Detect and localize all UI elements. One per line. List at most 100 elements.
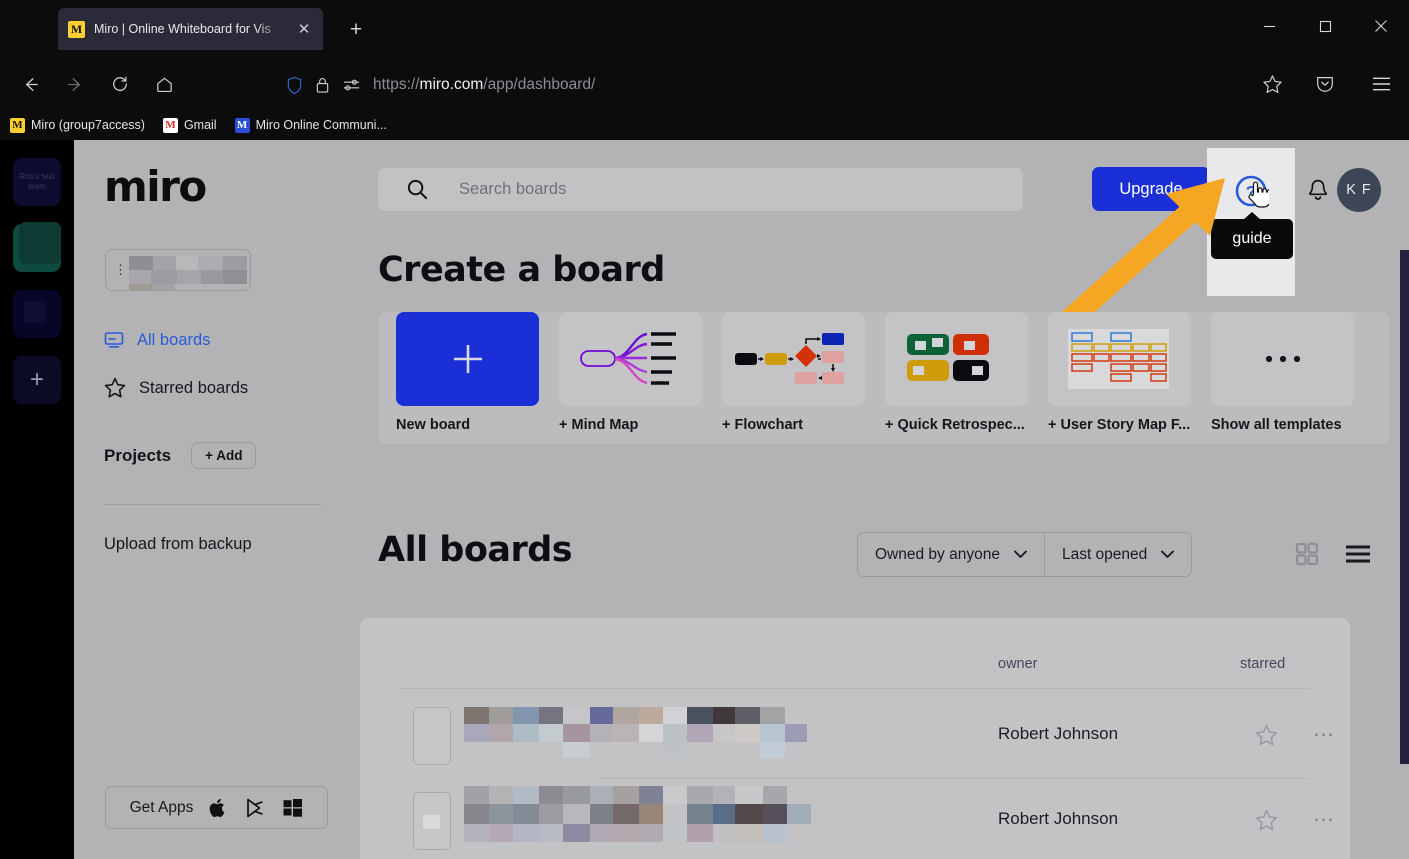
template-card-user-story-map[interactable]: + User Story Map F... [1048,312,1191,433]
board-thumbnail [413,792,451,850]
board-title-blurred [464,699,894,775]
userstorymap-icon [1068,329,1169,389]
get-apps-label: Get Apps [129,798,194,816]
pocket-icon[interactable] [1297,66,1353,102]
tab-strip: M Miro | Online Whiteboard for Vis ✕ + [0,0,1409,58]
home-icon[interactable] [146,66,182,102]
url-host: miro.com [419,76,484,93]
chevron-down-icon [1014,550,1027,558]
gmail-favicon-icon: M [162,117,178,133]
template-label: Show all templates [1211,417,1342,433]
create-board-title: Create a board [378,250,665,290]
back-icon[interactable] [12,66,48,102]
rail-team-tile[interactable] [13,290,61,338]
grid-view-toggle[interactable] [1289,536,1325,572]
template-card-flowchart[interactable]: + Flowchart [722,312,865,433]
template-card-quick-retrospective[interactable]: + Quick Retrospec... [885,312,1028,433]
team-rail: Rob's test team + [0,140,74,859]
apple-icon[interactable] [209,797,228,819]
upgrade-button[interactable]: Upgrade [1092,167,1210,211]
screen: M Miro | Online Whiteboard for Vis ✕ + h… [0,0,1409,859]
flowchart-icon [735,333,844,384]
windows-icon[interactable] [282,797,303,818]
sidebar-item-starred-boards[interactable]: Starred boards [104,377,248,399]
guide-tooltip: guide [1211,219,1293,259]
list-view-toggle[interactable] [1340,536,1376,572]
user-avatar[interactable]: K F [1337,168,1381,212]
template-label: + Flowchart [722,417,803,433]
new-board-thumbnail [396,312,539,406]
sidebar-divider [104,504,321,505]
add-project-button[interactable]: + Add [191,442,257,469]
filter-sort-by[interactable]: Last opened [1043,533,1191,576]
reload-icon[interactable] [102,66,138,102]
star-board-button[interactable] [1255,809,1278,837]
bookmark-label: Gmail [183,118,217,132]
navigation-bar: https://miro.com/app/dashboard/ [0,58,1409,110]
search-icon [407,179,428,200]
upload-from-backup-link[interactable]: Upload from backup [104,535,252,554]
get-apps-button[interactable]: Get Apps [105,786,328,829]
url-bar[interactable]: https://miro.com/app/dashboard/ [286,70,595,100]
add-team-button[interactable]: + [13,356,61,404]
template-label: + Quick Retrospec... [885,417,1025,433]
sidebar-item-all-boards[interactable]: All boards [104,330,210,350]
mindmap-icon [580,332,676,385]
window-controls [1241,8,1409,44]
retrospective-thumbnail [885,312,1028,406]
board-owner: Robert Johnson [998,724,1119,743]
permissions-icon [343,79,360,91]
tab-close-icon[interactable]: ✕ [295,20,313,38]
template-card-mind-map[interactable]: + Mind Map [559,312,702,433]
filter-label: Last opened [1061,545,1148,563]
star-board-button[interactable] [1255,724,1278,752]
template-card-show-all[interactable]: Show all templates [1211,312,1354,433]
board-list: owner starred Robert Johnson ⋯ Robert Jo… [360,618,1350,859]
rail-team-name: Rob's test team [19,172,55,191]
miro-logo: miro [104,162,207,211]
bookmark-item-miro-community[interactable]: M Miro Online Communi... [234,117,387,133]
team-selector[interactable]: ⋮ [105,249,251,291]
google-play-icon[interactable] [244,797,266,819]
forward-icon[interactable] [57,66,93,102]
bookmarks-bar: M Miro (group7access) M Gmail M Miro Onl… [0,110,1409,140]
search-placeholder: Search boards [459,180,567,198]
board-more-options-button[interactable]: ⋯ [1313,722,1336,747]
filter-label: Owned by anyone [875,545,1000,563]
search-input[interactable]: Search boards [378,168,1023,211]
menu-icon[interactable] [1353,66,1409,102]
browser-tab[interactable]: M Miro | Online Whiteboard for Vis ✕ [58,8,323,50]
tab-favicon-icon: M [68,20,85,38]
sidebar: miro ⋮ All boards Starred boards Project… [74,140,360,859]
bookmark-star-icon[interactable] [1247,66,1297,102]
bookmark-item-gmail[interactable]: M Gmail [162,117,217,133]
pointer-hand-cursor [1248,181,1269,208]
retrospective-icon [907,334,989,381]
filter-owned-by[interactable]: Owned by anyone [858,533,1044,576]
rail-team-tile[interactable]: Rob's test team [13,158,61,206]
close-window-button[interactable] [1353,8,1409,44]
bookmark-item-miro[interactable]: M Miro (group7access) [10,117,145,133]
templates-panel: New board + Mind Map + Flowchart + Quick… [378,312,1390,444]
ellipsis-icon [1265,355,1300,363]
browser-chrome: M Miro | Online Whiteboard for Vis ✕ + h… [0,0,1409,140]
miro-community-favicon-icon: M [234,117,250,133]
board-more-options-button[interactable]: ⋯ [1313,807,1336,832]
table-row[interactable]: Robert Johnson ⋯ [400,694,1350,779]
board-owner: Robert Johnson [998,809,1119,828]
template-label: New board [396,417,471,433]
maximize-button[interactable] [1297,8,1353,44]
new-tab-button[interactable]: + [342,16,370,44]
table-row[interactable]: Robert Johnson ⋯ [400,779,1350,859]
notifications-button[interactable] [1298,170,1338,210]
url-text[interactable]: https://miro.com/app/dashboard/ [373,76,595,94]
minimize-button[interactable] [1241,8,1297,44]
grid-view-icon [1295,542,1319,566]
rail-team-tile[interactable] [13,222,61,272]
miro-favicon-icon: M [10,117,25,133]
tab-title: Miro | Online Whiteboard for Vis [94,22,271,36]
template-card-new-board[interactable]: New board [396,312,539,433]
template-label: + User Story Map F... [1048,417,1191,433]
plus-icon [453,345,482,373]
userstorymap-thumbnail [1048,312,1191,406]
